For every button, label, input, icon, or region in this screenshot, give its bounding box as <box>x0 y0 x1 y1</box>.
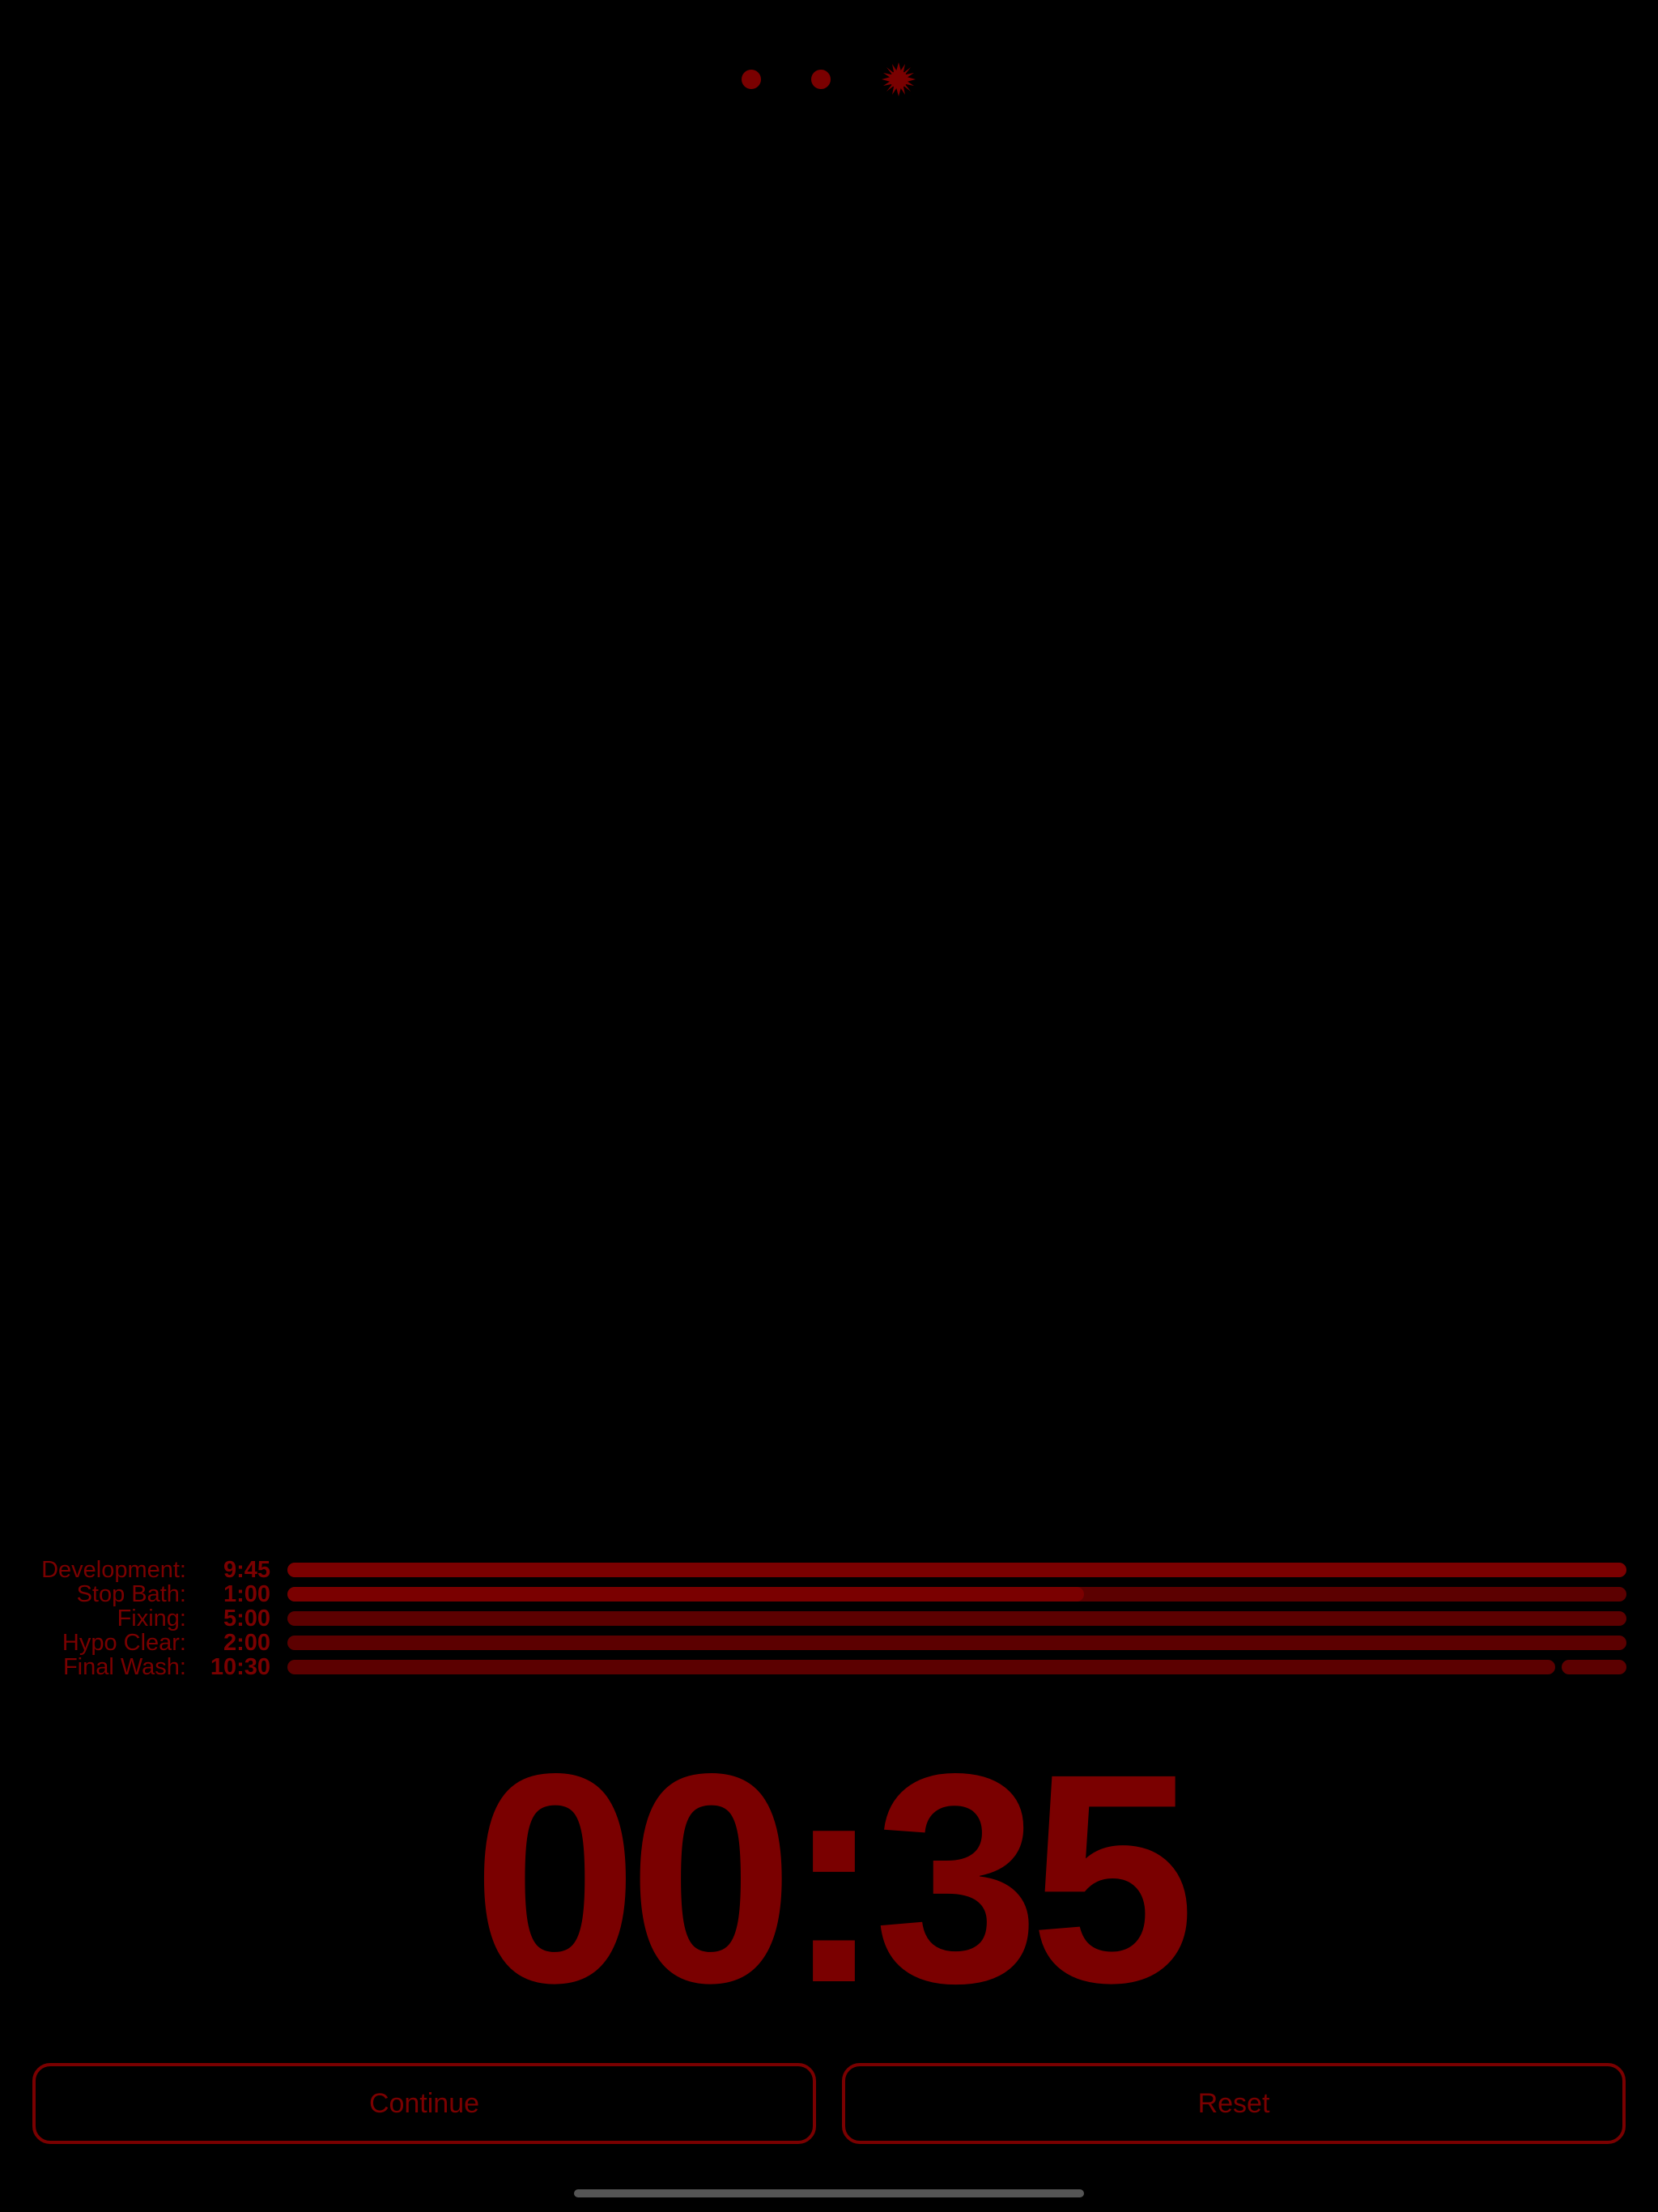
step-progress-bar <box>287 1587 1626 1602</box>
countdown-timer: 00:35 <box>472 1712 1195 2044</box>
reset-button[interactable]: Reset <box>842 2063 1626 2144</box>
page-dot-1[interactable] <box>742 70 761 89</box>
step-name: Stop Bath: <box>76 1581 186 1607</box>
step-name: Fixing: <box>117 1606 186 1631</box>
step-row-stop-bath: Stop Bath: 1:00 <box>0 1582 1658 1606</box>
step-name: Hypo Clear: <box>62 1630 186 1656</box>
continue-button-label: Continue <box>368 2087 480 2119</box>
step-row-development: Development: 9:45 <box>0 1558 1658 1582</box>
step-row-hypo-clear: Hypo Clear: 2:00 <box>0 1631 1658 1655</box>
step-time: 2:00 <box>223 1630 270 1656</box>
step-progress-bar-segment-end <box>1562 1660 1626 1674</box>
step-progress-fill <box>287 1563 1626 1577</box>
step-name: Final Wash: <box>62 1654 186 1680</box>
step-progress-bar <box>287 1611 1626 1626</box>
step-progress-bar-segment-main <box>287 1660 1555 1674</box>
step-progress-bar <box>287 1563 1626 1577</box>
step-time: 9:45 <box>223 1557 270 1583</box>
home-indicator[interactable] <box>574 2189 1084 2197</box>
step-progress-fill <box>287 1587 1085 1602</box>
step-time: 5:00 <box>223 1606 270 1631</box>
continue-button[interactable]: Continue <box>32 2063 816 2144</box>
step-progress-bar <box>287 1636 1626 1650</box>
reset-button-label: Reset <box>1197 2087 1270 2119</box>
page-dot-2[interactable] <box>811 70 831 89</box>
step-time: 1:00 <box>223 1581 270 1607</box>
step-name: Development: <box>41 1557 186 1583</box>
step-time: 10:30 <box>210 1654 270 1680</box>
step-row-final-wash: Final Wash: 10:30 <box>0 1655 1658 1679</box>
step-row-fixing: Fixing: 5:00 <box>0 1606 1658 1631</box>
gear-icon[interactable] <box>881 62 916 97</box>
page-indicator[interactable] <box>0 62 1658 97</box>
